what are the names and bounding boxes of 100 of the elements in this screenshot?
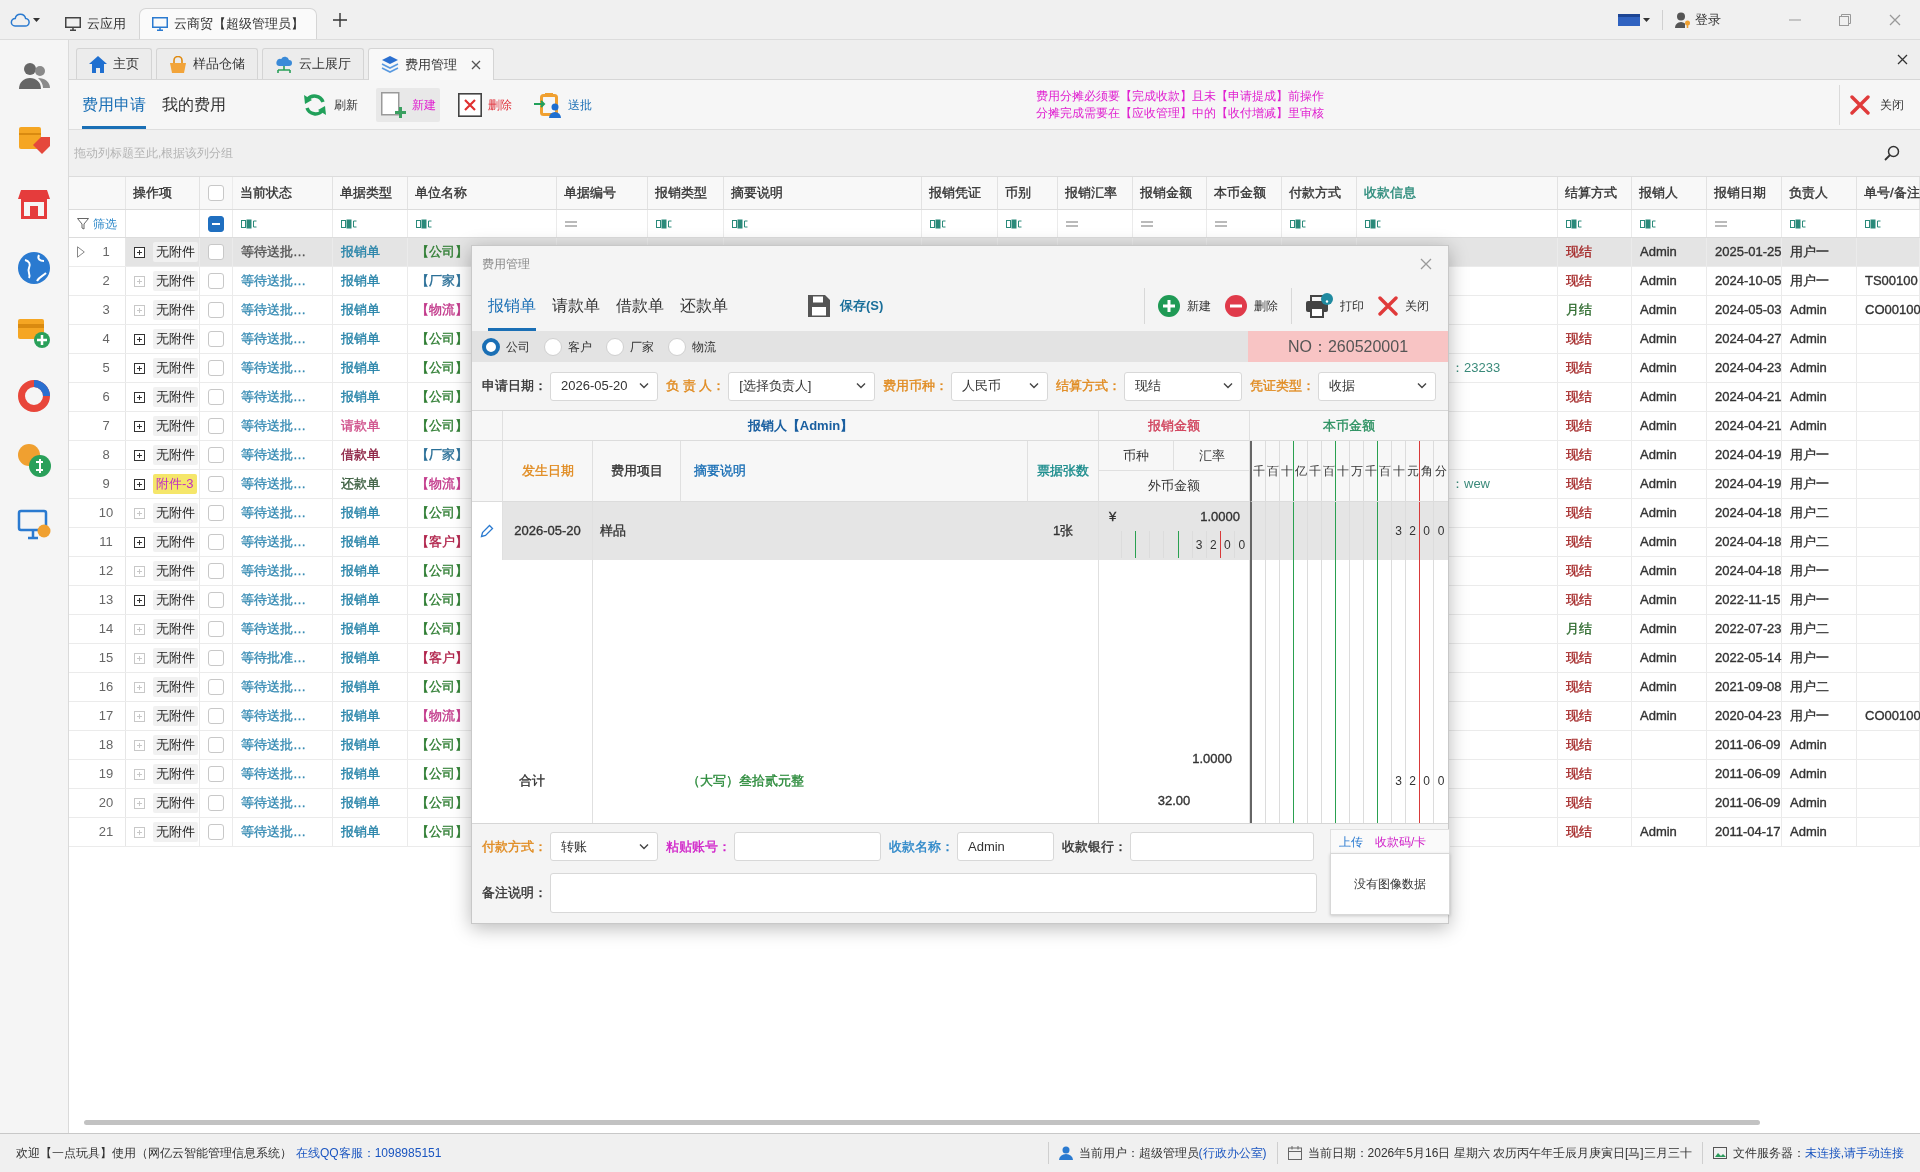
settlement-text: 现结 — [1566, 708, 1592, 724]
settlement-text: 现结 — [1566, 476, 1592, 492]
image-preview: 没有图像数据 — [1330, 853, 1450, 915]
settlement-text: 现结 — [1566, 824, 1592, 840]
field-label: 收款名称： — [889, 838, 954, 855]
field-label: 备注说明： — [482, 885, 547, 901]
status-text: 等待送批… — [241, 563, 306, 579]
reference-text: TS00100 — [1865, 273, 1918, 289]
owner-text: 用户二 — [1790, 505, 1829, 521]
owner-text: 用户一 — [1790, 563, 1829, 579]
owner-text: Admin — [1790, 766, 1827, 782]
row-number: 15 — [97, 650, 115, 666]
settlement-text: 现结 — [1566, 273, 1592, 289]
field-label: 粘贴账号： — [666, 838, 731, 855]
party-text: 【物流】 — [416, 302, 468, 318]
owner-text: Admin — [1790, 737, 1827, 753]
date-text: 2024-04-27 — [1715, 331, 1782, 347]
document-type-text: 报销单 — [341, 360, 380, 376]
current-date-text: 当前日期：2026年5月16日 星期六 农历丙午年壬辰月庚寅日[马]三月三十 — [1307, 1145, 1692, 1161]
radio-label: 厂家 — [630, 338, 654, 355]
row-number: 11 — [98, 534, 114, 550]
amount-digit: 2 — [1206, 531, 1221, 558]
status-text: 等待送批… — [241, 447, 306, 463]
row-number: 5 — [101, 360, 111, 376]
row-number: 2 — [101, 273, 111, 289]
column-header: 发生日期 — [521, 463, 574, 479]
document-type-text: 报销单 — [341, 824, 380, 840]
row-number: 4 — [101, 331, 111, 347]
settlement-text: 现结 — [1566, 534, 1592, 550]
claimant-text: Admin — [1640, 331, 1677, 347]
party-text: 【公司】 — [416, 621, 468, 637]
settlement-text: 月结 — [1566, 302, 1592, 318]
date-text: 2022-07-23 — [1715, 621, 1782, 637]
rate-text: 1.0000 — [1192, 751, 1232, 767]
row-number: 14 — [97, 621, 115, 637]
row-number: 17 — [97, 708, 115, 724]
reference-text: CO00100 — [1865, 302, 1920, 318]
date-text: 2024-05-03 — [1715, 302, 1782, 318]
reference-text: CO00100 — [1865, 708, 1920, 724]
date-text: 2024-04-18 — [1715, 534, 1782, 550]
party-text: 【公司】 — [416, 563, 468, 579]
row-number: 9 — [101, 476, 111, 492]
row-number: 10 — [97, 505, 115, 521]
claimant-text: Admin — [1640, 476, 1677, 492]
row-number: 7 — [101, 418, 111, 434]
owner-text: 用户二 — [1790, 679, 1829, 695]
field-label: 负 责 人： — [666, 378, 726, 394]
document-type-text: 还款单 — [341, 476, 380, 492]
document-type-text: 请款单 — [341, 418, 380, 434]
field-label: 费用币种： — [883, 378, 949, 394]
status-text: 等待送批… — [241, 737, 306, 753]
party-text: 【物流】 — [416, 708, 468, 724]
owner-text: 用户一 — [1790, 650, 1829, 666]
owner-text: 用户二 — [1790, 534, 1829, 550]
date-text: 2011-06-09 — [1715, 795, 1781, 811]
status-text: 等待送批… — [241, 592, 306, 608]
date-text: 2025-01-25 — [1715, 244, 1782, 260]
receipt-info-text: ：23233 — [1451, 360, 1501, 376]
amount-digit: 3 — [1192, 531, 1207, 558]
place-label: 亿 — [1294, 441, 1308, 501]
amount-digit: 0 — [1436, 773, 1446, 790]
party-text: 【厂家】 — [416, 273, 468, 289]
party-text: 【公司】 — [416, 592, 468, 608]
radio-label: 物流 — [692, 338, 716, 355]
document-type-text: 报销单 — [341, 534, 380, 550]
amount-digit: 0 — [1436, 523, 1446, 540]
place-label: 分 — [1434, 463, 1448, 480]
date-text: 2024-04-18 — [1715, 563, 1782, 579]
owner-text: 用户一 — [1790, 476, 1829, 492]
field-label: 付款方式： — [482, 838, 547, 855]
status-text: 等待送批… — [241, 766, 306, 782]
row-number: 3 — [101, 302, 111, 318]
date-text: 2024-04-19 — [1715, 447, 1782, 463]
row-number: 18 — [97, 737, 115, 753]
notice-text: 分摊完成需要在【应收管理】中的【收付增减】里审核 — [1036, 105, 1324, 121]
party-text: 【公司】 — [416, 737, 468, 753]
owner-text: 用户一 — [1790, 273, 1829, 289]
settlement-text: 现结 — [1566, 766, 1592, 782]
receipt-info-text: ：wew — [1451, 476, 1490, 492]
notice-text: 费用分摊必须要【完成收款】且未【申请提成】前操作 — [1036, 88, 1324, 104]
column-header: 外币金额 — [1147, 477, 1201, 495]
owner-text: Admin — [1790, 824, 1827, 840]
place-label: 千 — [1308, 441, 1322, 501]
party-text: 【公司】 — [416, 766, 468, 782]
date-text: 2011-04-17 — [1715, 824, 1781, 840]
settlement-text: 现结 — [1566, 505, 1592, 521]
row-number: 16 — [97, 679, 115, 695]
claimant-text: Admin — [1640, 447, 1677, 463]
document-type-text: 报销单 — [341, 389, 380, 405]
status-text: 等待送批… — [241, 273, 306, 289]
date-text: 2024-04-18 — [1715, 505, 1782, 521]
claimant-text: Admin — [1640, 592, 1677, 608]
document-type-text: 报销单 — [341, 737, 380, 753]
place-label: 角 — [1420, 441, 1434, 501]
amount-digit: 2 — [1406, 502, 1420, 560]
status-text: 等待送批… — [241, 302, 306, 318]
status-text: 等待送批… — [241, 360, 306, 376]
dialog-title: 费用管理 — [482, 255, 530, 272]
date-text: 2021-09-08 — [1715, 679, 1782, 695]
party-text: 【公司】 — [416, 795, 468, 811]
